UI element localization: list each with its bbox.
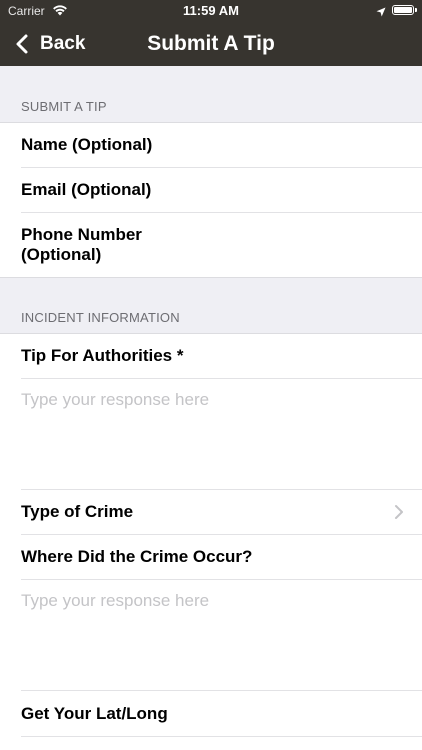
location-arrow-icon [376, 5, 386, 20]
crime-type-selector[interactable]: Type of Crime [21, 490, 422, 535]
crime-location-response-row [21, 580, 422, 691]
name-label: Name (Optional) [21, 135, 153, 154]
battery-icon [392, 5, 417, 15]
section-header-incident: INCIDENT INFORMATION [0, 277, 422, 334]
section-header-submit: SUBMIT A TIP [0, 66, 422, 123]
status-bar: Carrier 11:59 AM [0, 0, 422, 22]
tip-response-input[interactable] [21, 379, 401, 490]
chevron-right-icon [395, 505, 403, 519]
email-label: Email (Optional) [21, 180, 152, 199]
phone-label: Phone Number (Optional) [21, 225, 142, 264]
email-field[interactable]: Email (Optional) [21, 168, 422, 213]
chevron-left-icon [16, 34, 28, 54]
tip-label: Tip For Authorities * [21, 346, 184, 365]
section-header-label: INCIDENT INFORMATION [21, 310, 180, 325]
back-button[interactable]: Back [12, 22, 85, 66]
back-label: Back [40, 33, 86, 54]
section-header-label: SUBMIT A TIP [21, 99, 107, 114]
crime-type-label: Type of Crime [21, 502, 134, 521]
name-field[interactable]: Name (Optional) [21, 123, 422, 168]
get-lat-long-button[interactable]: Get Your Lat/Long [21, 691, 422, 737]
crime-location-label: Where Did the Crime Occur? [21, 547, 253, 566]
top-bar: Carrier 11:59 AM Back Submit A Tip [0, 0, 422, 66]
lat-long-label: Get Your Lat/Long [21, 703, 168, 723]
clock: 11:59 AM [183, 3, 239, 18]
phone-field[interactable]: Phone Number (Optional) [21, 213, 422, 277]
navigation-bar: Back Submit A Tip [0, 22, 422, 66]
tip-response-row [21, 379, 422, 490]
crime-location-label-row: Where Did the Crime Occur? [21, 535, 422, 580]
tip-label-row: Tip For Authorities * [21, 334, 422, 379]
crime-location-input[interactable] [21, 580, 401, 691]
